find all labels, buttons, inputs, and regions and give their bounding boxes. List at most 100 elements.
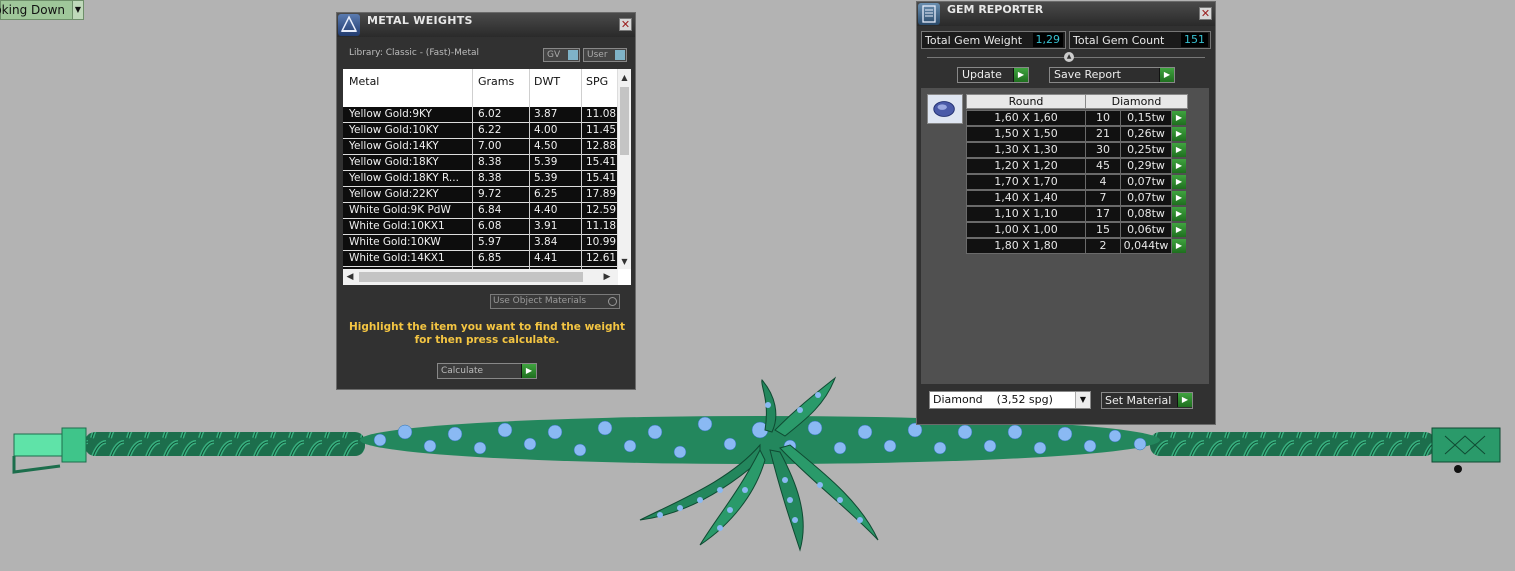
horizontal-scrollbar[interactable]: ◀ ▶: [343, 269, 618, 285]
use-object-materials-option[interactable]: Use Object Materials: [490, 294, 620, 309]
save-report-button[interactable]: Save Report ▶: [1049, 67, 1175, 83]
total-gem-weight-value: 1,29: [1032, 33, 1063, 47]
gem-reporter-window: GEM REPORTER ✕ Total Gem Weight 1,29 Tot…: [916, 1, 1216, 425]
gem-count-cell: 10: [1085, 110, 1121, 126]
gem-size-cell: 1,10 X 1,10: [966, 206, 1086, 222]
play-arrow-icon[interactable]: ▶: [1172, 111, 1186, 125]
play-arrow-icon[interactable]: ▶: [1172, 223, 1186, 237]
gem-size-cell: 1,40 X 1,40: [966, 190, 1086, 206]
window-title: METAL WEIGHTS: [367, 14, 473, 27]
gem-reporter-titlebar[interactable]: GEM REPORTER ✕: [917, 2, 1215, 26]
table-row[interactable]: Yellow Gold:14KY 7.00 4.50 12.88: [343, 139, 618, 155]
metal-name-cell: Yellow Gold:18KY: [349, 156, 439, 168]
use-object-materials-label: Use Object Materials: [493, 296, 587, 306]
calculate-label: Calculate: [441, 366, 484, 376]
play-arrow-icon[interactable]: ▶: [521, 364, 536, 378]
update-button[interactable]: Update ▶: [957, 67, 1029, 83]
metal-name-cell: Yellow Gold:14KY: [349, 140, 439, 152]
table-row[interactable]: White Gold:14KX1 6.85 4.41 12.61: [343, 251, 618, 267]
view-direction-dropdown[interactable]: ooking Down ▼: [0, 0, 84, 20]
view-direction-label: ooking Down: [0, 3, 66, 17]
grams-cell: 6.84: [478, 204, 502, 216]
chevron-down-icon[interactable]: ▼: [1075, 392, 1090, 408]
gem-weight-cell: 0,29tw: [1120, 158, 1172, 174]
gem-count-cell: 2: [1085, 238, 1121, 254]
table-row[interactable]: Yellow Gold:18KY 8.38 5.39 15.41: [343, 155, 618, 171]
play-arrow-icon[interactable]: ▶: [1172, 143, 1186, 157]
column-header-metal[interactable]: Metal: [349, 75, 471, 88]
gem-weight-cell: 0,07tw: [1120, 190, 1172, 206]
scroll-left-icon[interactable]: ◀: [343, 269, 357, 285]
metal-name-cell: Yellow Gold:22KY: [349, 188, 439, 200]
calculate-button[interactable]: Calculate ▶: [437, 363, 537, 379]
gem-weight-cell: 0,25tw: [1120, 142, 1172, 158]
scroll-thumb[interactable]: [359, 272, 583, 282]
toggle-indicator-icon: [615, 50, 625, 60]
close-icon: ✕: [1200, 7, 1211, 20]
grams-cell: 8.38: [478, 156, 502, 168]
play-arrow-icon[interactable]: ▶: [1013, 68, 1028, 82]
chevron-down-icon[interactable]: ▼: [72, 1, 83, 19]
material-header: Diamond: [1085, 94, 1188, 109]
table-row[interactable]: White Gold:10KW 5.97 3.84 10.99: [343, 235, 618, 251]
grams-cell: 6.02: [478, 108, 502, 120]
metal-name-cell: White Gold:10KX1: [349, 220, 445, 232]
table-row[interactable]: Yellow Gold:22KY 9.72 6.25 17.89: [343, 187, 618, 203]
dwt-cell: 3.84: [534, 236, 558, 248]
table-row[interactable]: Yellow Gold:9KY 6.02 3.87 11.08: [343, 107, 618, 123]
grams-cell: 6.22: [478, 124, 502, 136]
metal-name-cell: Yellow Gold:18KY R...: [349, 172, 459, 184]
play-arrow-icon[interactable]: ▶: [1172, 191, 1186, 205]
set-material-button[interactable]: Set Material ▶: [1101, 392, 1193, 409]
material-select[interactable]: Diamond (3,52 spg) ▼: [929, 391, 1091, 409]
column-header-dwt[interactable]: DWT: [534, 75, 580, 88]
dwt-cell: 3.91: [534, 220, 558, 232]
play-arrow-icon[interactable]: ▶: [1172, 159, 1186, 173]
gem-count-cell: 7: [1085, 190, 1121, 206]
close-icon: ✕: [620, 18, 631, 31]
scroll-up-icon[interactable]: ▲: [618, 71, 631, 85]
gem-count-cell: 45: [1085, 158, 1121, 174]
play-arrow-icon[interactable]: ▶: [1172, 175, 1186, 189]
play-arrow-icon[interactable]: ▶: [1159, 68, 1174, 82]
table-row[interactable]: Yellow Gold:18KY R... 8.38 5.39 15.41: [343, 171, 618, 187]
scroll-right-icon[interactable]: ▶: [600, 269, 614, 285]
save-report-label: Save Report: [1054, 68, 1121, 81]
scroll-down-icon[interactable]: ▼: [618, 255, 631, 269]
column-header-grams[interactable]: Grams: [478, 75, 528, 88]
metal-weights-titlebar[interactable]: METAL WEIGHTS ✕: [337, 13, 635, 37]
total-gem-count-label: Total Gem Count: [1073, 34, 1165, 47]
gem-size-cell: 1,00 X 1,00: [966, 222, 1086, 238]
user-label: User: [587, 50, 608, 60]
dwt-cell: 6.25: [534, 188, 558, 200]
metal-table: Metal Grams DWT SPG Yellow Gold:9KY 6.02 3…: [343, 69, 631, 285]
gem-weight-cell: 0,06tw: [1120, 222, 1172, 238]
close-button[interactable]: ✕: [1199, 7, 1212, 20]
table-row[interactable]: White Gold:9K PdW 6.84 4.40 12.59: [343, 203, 618, 219]
total-gem-count-value: 151: [1181, 33, 1208, 47]
gem-size-cell: 1,80 X 1,80: [966, 238, 1086, 254]
gem-size-cell: 1,60 X 1,60: [966, 110, 1086, 126]
scroll-thumb[interactable]: [620, 87, 629, 155]
play-arrow-icon[interactable]: ▶: [1172, 207, 1186, 221]
left-clasp: [12, 427, 87, 474]
table-row[interactable]: White Gold:10KX1 6.08 3.91 11.18: [343, 219, 618, 235]
gem-weight-cell: 0,07tw: [1120, 174, 1172, 190]
grams-cell: 5.97: [478, 236, 502, 248]
chevron-up-icon[interactable]: ▲: [1064, 52, 1074, 62]
round-gem-icon[interactable]: [927, 94, 963, 124]
metal-weights-app-icon: [338, 14, 360, 36]
play-arrow-icon[interactable]: ▶: [1172, 127, 1186, 141]
user-toggle[interactable]: User: [583, 48, 627, 62]
dwt-cell: 4.40: [534, 204, 558, 216]
close-button[interactable]: ✕: [619, 18, 632, 31]
table-row[interactable]: Yellow Gold:10KY 6.22 4.00 11.45: [343, 123, 618, 139]
gem-count-cell: 30: [1085, 142, 1121, 158]
radio-icon[interactable]: [608, 297, 617, 306]
gv-toggle[interactable]: GV: [543, 48, 580, 62]
play-arrow-icon[interactable]: ▶: [1172, 239, 1186, 253]
play-arrow-icon[interactable]: ▶: [1177, 393, 1192, 407]
library-label: Library: Classic - (Fast)-Metal: [349, 48, 480, 58]
vertical-scrollbar[interactable]: ▲ ▼: [617, 69, 631, 269]
panel-collapse-slider[interactable]: ▲: [927, 52, 1205, 62]
